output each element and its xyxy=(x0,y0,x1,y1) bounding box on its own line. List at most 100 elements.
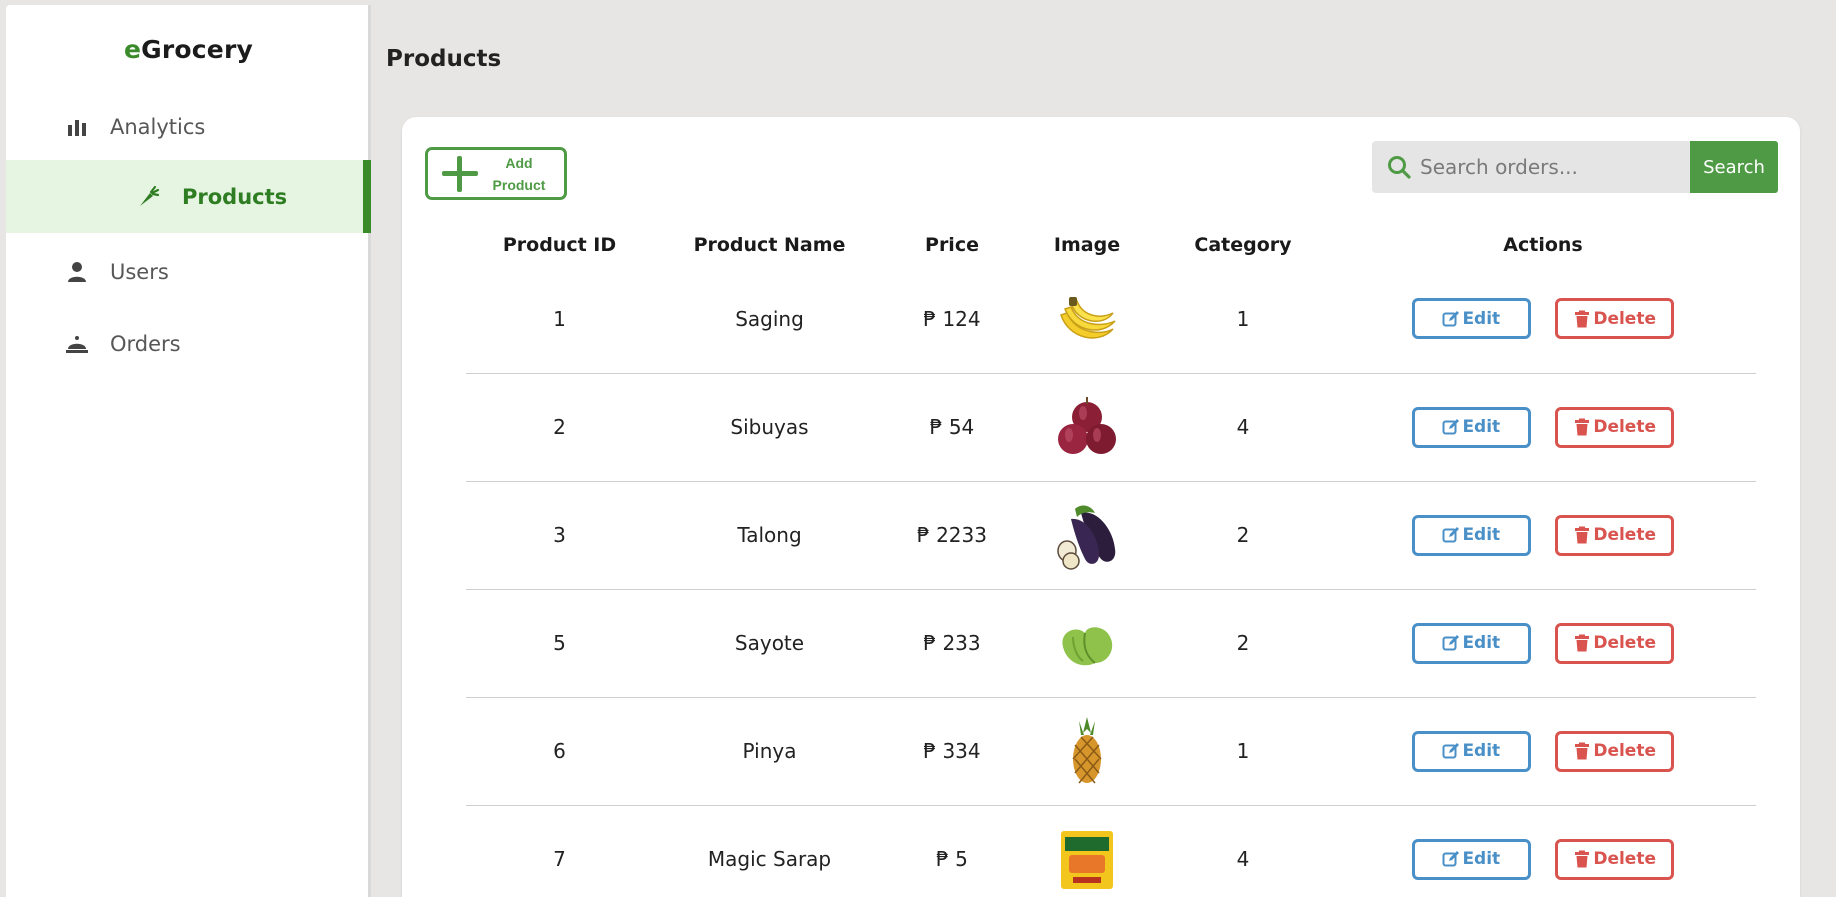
delete-button[interactable]: Delete xyxy=(1555,514,1675,556)
brand-name: Grocery xyxy=(141,35,253,64)
delete-label: Delete xyxy=(1593,741,1656,761)
sidebar-item-label: Products xyxy=(182,184,288,209)
product-image-seasoning-pack xyxy=(1051,823,1123,895)
cell-price: ₱ 124 xyxy=(886,265,1018,374)
edit-icon xyxy=(1442,635,1460,651)
cell-image xyxy=(1018,481,1156,590)
edit-label: Edit xyxy=(1462,849,1501,870)
cell-category: 1 xyxy=(1156,697,1330,806)
trash-icon xyxy=(1575,418,1590,436)
delete-label: Delete xyxy=(1593,849,1656,870)
app-window: eGrocery Analytics Products Users Orders xyxy=(0,0,1836,897)
cell-product-name: Saging xyxy=(653,265,886,374)
table-row: 3 Talong ₱ 2233 2 Edit Delete xyxy=(466,481,1756,590)
edit-icon xyxy=(1442,527,1460,543)
sidebar-item-analytics[interactable]: Analytics xyxy=(6,90,371,163)
delete-label: Delete xyxy=(1593,308,1656,329)
table-row: 1 Saging ₱ 124 1 Edit Delete xyxy=(466,265,1756,374)
sidebar-item-label: Analytics xyxy=(110,114,206,139)
bar-chart-icon xyxy=(64,114,90,140)
cell-actions: Edit Delete xyxy=(1330,265,1756,374)
column-header-actions: Actions xyxy=(1503,234,1583,256)
cell-price: ₱ 233 xyxy=(886,589,1018,698)
cell-category: 1 xyxy=(1156,265,1330,374)
search-field xyxy=(1372,141,1690,193)
cell-product-id: 1 xyxy=(466,265,653,374)
sidebar-item-label: Users xyxy=(110,259,169,284)
product-image-banana xyxy=(1051,283,1123,355)
add-product-label: Add Product xyxy=(480,152,564,196)
edit-label: Edit xyxy=(1462,417,1501,437)
sidebar-item-products[interactable]: Products xyxy=(6,160,371,233)
trash-icon xyxy=(1575,742,1590,760)
cell-product-name: Magic Sarap xyxy=(707,847,832,872)
edit-icon xyxy=(1442,419,1460,435)
cell-image xyxy=(1018,589,1156,698)
trash-icon xyxy=(1575,310,1590,328)
column-header-image: Image xyxy=(1053,234,1121,256)
products-card: Add Product Search Product ID Product Na… xyxy=(402,117,1800,897)
sidebar-item-users[interactable]: Users xyxy=(6,235,371,308)
cell-product-id: 2 xyxy=(466,373,653,482)
delete-button[interactable]: Delete xyxy=(1555,838,1675,880)
cell-product-name: Pinya xyxy=(653,697,886,806)
plus-icon xyxy=(440,154,480,194)
edit-button[interactable]: Edit xyxy=(1411,298,1531,340)
delete-button[interactable]: Delete xyxy=(1555,298,1675,340)
delete-button[interactable]: Delete xyxy=(1555,406,1675,448)
carrot-icon xyxy=(136,184,162,210)
product-image-red-onion xyxy=(1051,391,1123,463)
cell-actions: Edit Delete xyxy=(1330,481,1756,590)
delete-label: Delete xyxy=(1593,417,1656,437)
sidebar-item-orders[interactable]: Orders xyxy=(6,307,371,380)
edit-button[interactable]: Edit xyxy=(1411,622,1531,664)
cell-product-name: Sayote xyxy=(653,589,886,698)
add-product-label-line2: Product xyxy=(492,176,546,193)
edit-button[interactable]: Edit xyxy=(1411,838,1531,880)
user-icon xyxy=(64,259,90,285)
cell-product-id: 7 xyxy=(553,847,566,872)
cell-price: ₱ 2233 xyxy=(886,481,1018,590)
cell-price: ₱ 54 xyxy=(886,373,1018,482)
delete-button[interactable]: Delete xyxy=(1555,622,1675,664)
edit-button[interactable]: Edit xyxy=(1411,730,1531,772)
trash-icon xyxy=(1575,850,1590,868)
column-header-product-id: Product ID xyxy=(502,234,617,256)
cell-image xyxy=(1018,805,1156,897)
edit-button[interactable]: Edit xyxy=(1411,406,1531,448)
delete-label: Delete xyxy=(1593,633,1656,653)
delete-button[interactable]: Delete xyxy=(1555,730,1675,772)
search-button[interactable]: Search xyxy=(1690,141,1778,193)
cell-category: 4 xyxy=(1236,847,1250,872)
cell-actions: Edit Delete xyxy=(1330,805,1756,897)
cell-product-id: 6 xyxy=(466,697,653,806)
product-image-eggplant xyxy=(1051,499,1123,571)
column-header-product-name: Product Name xyxy=(693,234,846,256)
cell-category: 2 xyxy=(1156,589,1330,698)
delete-label: Delete xyxy=(1593,525,1656,545)
sidebar-item-label: Orders xyxy=(110,331,181,356)
cell-image xyxy=(1018,265,1156,374)
add-product-button[interactable]: Add Product xyxy=(425,147,567,200)
cell-actions: Edit Delete xyxy=(1330,373,1756,482)
brand-prefix: e xyxy=(124,35,142,64)
edit-button[interactable]: Edit xyxy=(1411,514,1531,556)
edit-icon xyxy=(1442,743,1460,759)
table-row: 5 Sayote ₱ 233 2 Edit Delete xyxy=(466,589,1756,698)
cell-image xyxy=(1018,697,1156,806)
brand-logo: eGrocery xyxy=(6,35,371,64)
cell-product-id: 5 xyxy=(466,589,653,698)
sidebar: eGrocery Analytics Products Users Orders xyxy=(6,5,371,897)
column-header-price: Price xyxy=(925,234,979,256)
edit-label: Edit xyxy=(1462,741,1501,761)
product-image-chayote xyxy=(1051,607,1123,679)
edit-icon xyxy=(1442,851,1460,867)
table-row: 7 Magic Sarap ₱ 5 4 Edit Delete xyxy=(466,805,1756,897)
cell-category: 2 xyxy=(1156,481,1330,590)
search-input[interactable] xyxy=(1420,155,1680,179)
edit-label: Edit xyxy=(1462,525,1501,545)
cell-actions: Edit Delete xyxy=(1330,697,1756,806)
service-bell-icon xyxy=(64,331,90,357)
cell-actions: Edit Delete xyxy=(1330,589,1756,698)
product-image-pineapple xyxy=(1051,715,1123,787)
